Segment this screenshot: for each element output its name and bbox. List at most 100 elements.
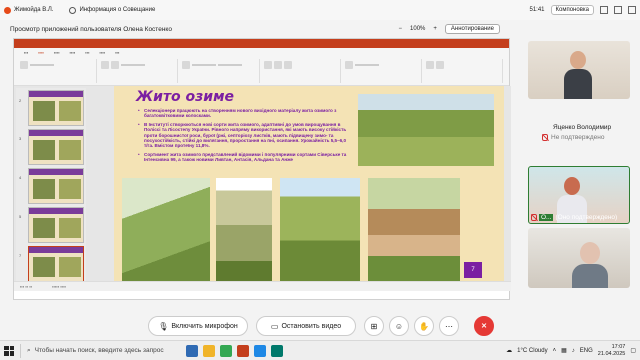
participant-status: Не подтверждено [542, 134, 604, 141]
status-text: ▪▪▪▪▪ ▪▪▪▪ [52, 284, 67, 289]
status-text: ▪▪▪ ▪▪ ▪▪ [20, 284, 33, 289]
participant-video[interactable] [528, 41, 630, 99]
rye-plot-photo [368, 178, 460, 282]
participant-label: О... (Оно подтверждено) [531, 214, 617, 221]
current-user[interactable]: Жимойда В.Л. [4, 6, 53, 14]
reactions-button[interactable]: ☺ [389, 316, 409, 336]
slide-bullets: Селекціонери працюють на створенням ново… [138, 108, 350, 166]
edge-icon[interactable] [254, 344, 266, 357]
ribbon-tab[interactable]: ▪▪▪▪ [54, 50, 60, 55]
powerpoint-titlebar [14, 39, 509, 48]
participant-avatar [572, 242, 608, 288]
slide-bullet: Сортимент жита озимого представлений від… [138, 152, 350, 163]
powerpoint-workspace: 2 3 4 5 7 Жито озиме Селекціонери працюю… [14, 86, 511, 291]
chevron-up-icon[interactable]: ˄ [553, 348, 557, 354]
clock-date: 21.04.2025 [597, 350, 626, 357]
powerpoint-status-bar: ▪▪▪ ▪▪ ▪▪ ▪▪▪▪▪ ▪▪▪▪ [14, 281, 511, 291]
slide-thumbnails: 2 3 4 5 7 [16, 88, 86, 288]
windows-taskbar: ⌕ Чтобы начать поиск, введите здесь запр… [0, 340, 640, 360]
shared-screen[interactable]: ▪▪▪ ▪▪▪▪ ▪▪▪▪ ▪▪▪▪ ▪▪▪ ▪▪▪▪ ▪▪▪ 2 3 4 5 [13, 38, 511, 300]
slide-thumbnail[interactable] [28, 168, 84, 204]
ribbon-tab[interactable]: ▪▪▪ [24, 50, 28, 55]
taskbar-search[interactable]: ⌕ Чтобы начать поиск, введите здесь запр… [20, 343, 180, 358]
meeting-info-button[interactable]: Информация о Совещание [69, 6, 155, 14]
participant-video[interactable] [528, 228, 630, 288]
info-icon [69, 6, 77, 14]
maximize-icon[interactable] [614, 6, 622, 14]
participant-avatar [564, 51, 592, 99]
ribbon-group [101, 59, 179, 83]
ribbon-tabs: ▪▪▪ ▪▪▪▪ ▪▪▪▪ ▪▪▪▪ ▪▪▪ ▪▪▪▪ ▪▪▪ [14, 48, 509, 57]
ribbon-tab-active[interactable]: ▪▪▪▪ [38, 50, 44, 55]
thumb-number: 2 [19, 98, 22, 103]
task-view-icon[interactable] [186, 344, 198, 357]
participant-name: О... [539, 214, 554, 221]
windows-start-icon[interactable] [4, 345, 14, 356]
mic-button-label: Включить микрофон [171, 322, 238, 330]
share-button[interactable]: ⊞ [364, 316, 384, 336]
zoom-out-button[interactable]: − [399, 26, 403, 32]
thumb-number: 4 [19, 175, 22, 180]
system-tray: ☁ 1°C Cloudy ˄ ▦ ♪ ENG 17:07 21.04.2025 … [506, 344, 636, 357]
search-icon: ⌕ [27, 346, 31, 354]
ribbon-group [182, 59, 260, 83]
minimize-icon[interactable] [600, 6, 608, 14]
slide-thumbnail-selected[interactable] [28, 246, 84, 282]
clock[interactable]: 17:07 21.04.2025 [598, 344, 626, 357]
mic-button[interactable]: 🎙 Включить микрофон [148, 316, 248, 336]
participant-video-active[interactable]: О... (Оно подтверждено) [528, 166, 630, 224]
camera-icon: ▭ [270, 321, 279, 331]
raise-hand-button[interactable]: ✋ [414, 316, 434, 336]
hand-icon: ✋ [419, 321, 429, 331]
zoom-in-button[interactable]: + [433, 26, 437, 32]
rye-plants-photo [280, 178, 360, 282]
powerpoint-icon[interactable] [237, 344, 249, 357]
meeting-timer: 51:41 [529, 7, 545, 13]
volume-icon[interactable]: ♪ [572, 348, 575, 354]
participant-status-text: (Оно подтверждено) [555, 214, 618, 221]
ribbon-tab[interactable]: ▪▪▪▪ [100, 50, 106, 55]
leave-meeting-button[interactable]: ✕ [474, 316, 494, 336]
video-button[interactable]: ▭ Остановить видео [256, 316, 356, 336]
rye-spike-photo [216, 178, 272, 282]
thumb-number: 7 [19, 253, 22, 258]
ribbon-tab[interactable]: ▪▪▪ [115, 50, 119, 55]
meeting-app-icon[interactable] [271, 344, 283, 357]
notifications-icon[interactable]: ▢ [630, 347, 636, 354]
annotate-button[interactable]: Аннотирование [444, 24, 500, 34]
rye-ears-photo [122, 178, 210, 282]
slide-thumbnail[interactable] [28, 90, 84, 126]
smiley-icon: ☺ [394, 321, 404, 331]
ribbon-tab[interactable]: ▪▪▪▪ [70, 50, 76, 55]
weather-icon: ☁ [506, 348, 513, 354]
more-button[interactable]: ⋯ [439, 316, 459, 336]
mic-off-icon [531, 214, 537, 221]
thumb-number: 3 [19, 136, 22, 141]
search-placeholder: Чтобы начать поиск, введите здесь запрос [34, 347, 164, 354]
ribbon-group [425, 59, 504, 83]
meeting-controls: 🎙 Включить микрофон ▭ Остановить видео ⊞… [0, 314, 640, 338]
weather-text[interactable]: 1°C Cloudy [517, 348, 547, 354]
close-icon[interactable] [628, 6, 636, 14]
meeting-top-bar: Жимойда В.Л. Информация о Совещание 51:4… [0, 0, 640, 20]
ribbon-group [20, 59, 98, 83]
ribbon-tab[interactable]: ▪▪▪ [85, 50, 89, 55]
slide-thumbnail[interactable] [28, 129, 84, 165]
file-explorer-icon[interactable] [203, 344, 215, 357]
participant-status-text: Не подтверждено [551, 134, 605, 141]
microphone-off-icon: 🎙 [158, 321, 169, 331]
user-status-icon [4, 6, 11, 14]
slide-thumbnail[interactable] [28, 207, 84, 243]
taskbar-apps [186, 344, 283, 357]
slide-title: Жито озиме [136, 89, 235, 105]
network-icon[interactable]: ▦ [561, 347, 567, 354]
shared-content-header: Просмотр приложений пользователя Олена К… [0, 20, 510, 38]
share-screen-icon: ⊞ [370, 321, 378, 331]
chrome-icon[interactable] [220, 344, 232, 357]
language-indicator[interactable]: ENG [580, 348, 593, 354]
ribbon-group [263, 59, 341, 83]
current-slide: Жито озиме Селекціонери працюють на ство… [114, 86, 504, 291]
participant-name: Яценко Володимир [553, 124, 612, 131]
ribbon-group [344, 59, 422, 83]
layout-button[interactable]: Компоновка [550, 5, 594, 15]
